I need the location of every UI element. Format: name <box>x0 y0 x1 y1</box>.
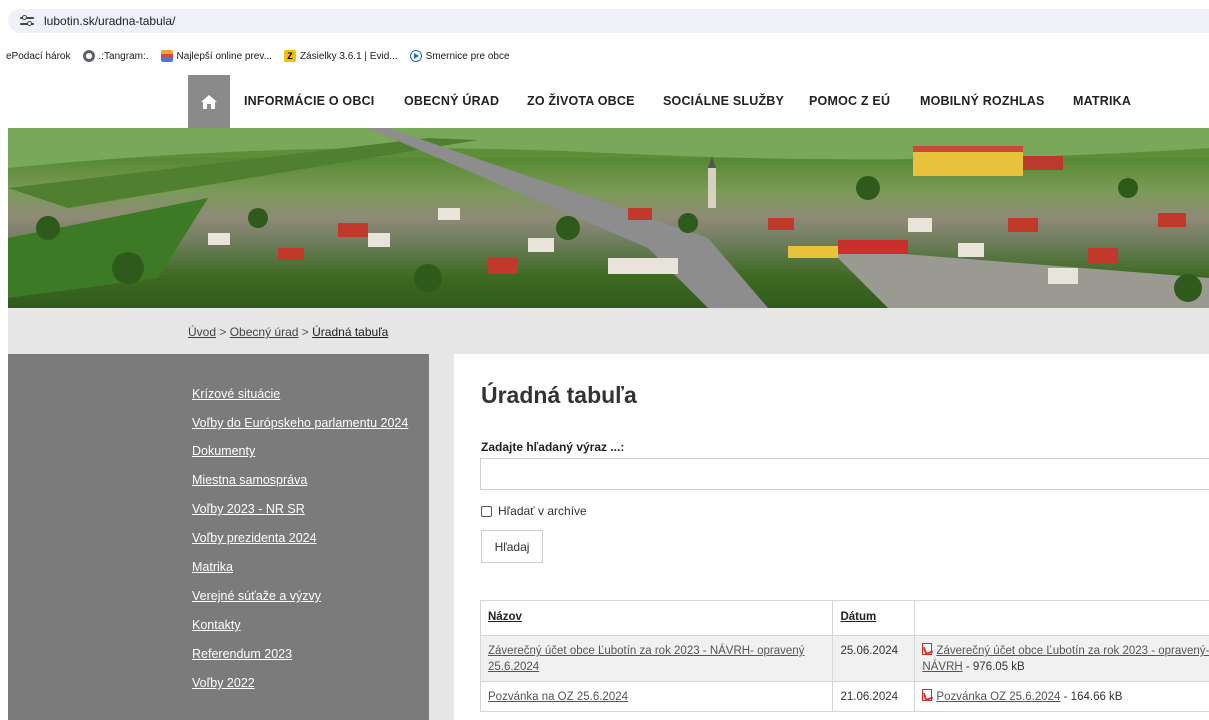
breadcrumb-uvod[interactable]: Úvod <box>188 325 216 339</box>
main-navigation: INFORMÁCIE O OBCI OBECNÝ ÚRAD ZO ŽIVOTA … <box>0 75 1209 128</box>
page-title: Úradná tabuľa <box>481 382 637 408</box>
file-size: - 164.66 kB <box>1063 691 1123 703</box>
bookmark-epodaci[interactable]: ePodací hárok <box>6 51 71 62</box>
content-gutter <box>429 354 454 720</box>
sidebar-item-kontakty[interactable]: Kontakty <box>192 617 422 634</box>
bookmark-tangram[interactable]: .:Tangram:. <box>82 50 149 62</box>
file-size: - 976.05 kB <box>965 661 1025 673</box>
bookmark-label: ePodací hárok <box>6 50 71 62</box>
bookmark-label: .:Tangram:. <box>98 50 149 62</box>
sidebar-item-samosprava[interactable]: Miestna samospráva <box>192 472 422 489</box>
sidebar-menu: Krízové situácie Voľby do Európskeho par… <box>192 386 422 704</box>
z-icon: Z <box>283 50 296 62</box>
breadcrumb-separator: > <box>219 325 227 339</box>
breadcrumb: Úvod > Obecný úrad > Úradná tabuľa <box>188 325 388 339</box>
nav-item-informacie[interactable]: INFORMÁCIE O OBCI <box>244 75 374 128</box>
pdf-icon <box>922 689 933 701</box>
documents-table: Názov Dátum Záverečný účet obce Ľubotín … <box>479 600 1209 712</box>
home-icon <box>201 94 217 109</box>
bookmark-najlepsi[interactable]: Najlepší online prev... <box>160 50 272 62</box>
sidebar-item-matrika[interactable]: Matrika <box>192 559 422 576</box>
archive-checkbox-label[interactable]: Hľadať v archíve <box>481 504 587 518</box>
sidebar-item-referendum[interactable]: Referendum 2023 <box>192 646 422 663</box>
document-name-cell: Pozvánka na OZ 25.6.2024 <box>479 681 834 712</box>
stack-icon <box>160 50 173 62</box>
column-header-file <box>914 600 1209 636</box>
document-name-link[interactable]: Záverečný účet obce Ľubotín za rok 2023 … <box>488 645 804 673</box>
breadcrumb-bar: Úvod > Obecný úrad > Úradná tabuľa <box>8 308 1209 354</box>
sidebar-item-volby-prezidenta[interactable]: Voľby prezidenta 2024 <box>192 530 422 547</box>
bookmark-label: Najlepší online prev... <box>176 50 272 62</box>
pdf-icon <box>922 643 933 655</box>
url-text: lubotin.sk/uradna-tabula/ <box>44 14 176 28</box>
document-date: 25.06.2024 <box>832 635 916 682</box>
search-button[interactable]: Hľadaj <box>481 530 543 563</box>
document-name-cell: Záverečný účet obce Ľubotín za rok 2023 … <box>479 635 834 682</box>
document-name-link[interactable]: Pozvánka na OZ 25.6.2024 <box>488 691 628 703</box>
column-header-datum[interactable]: Dátum <box>832 600 916 636</box>
search-input[interactable] <box>480 458 1209 490</box>
document-file-cell: Pozvánka OZ 25.6.2024 - 164.66 kB <box>914 681 1209 712</box>
circle-play-icon <box>409 50 422 62</box>
bookmarks-bar: ePodací hárok .:Tangram:. Najlepší onlin… <box>0 44 1209 68</box>
table-row: Pozvánka na OZ 25.6.2024 21.06.2024 Pozv… <box>479 681 1209 712</box>
home-button[interactable] <box>188 75 230 128</box>
globe-icon <box>82 50 95 62</box>
sidebar-item-krizove[interactable]: Krízové situácie <box>192 386 422 403</box>
sidebar-item-sutaze[interactable]: Verejné súťaže a výzvy <box>192 588 422 605</box>
sidebar: Krízové situácie Voľby do Európskeho par… <box>8 354 429 720</box>
bookmark-zasielky[interactable]: Z Zásielky 3.6.1 | Evid... <box>283 50 398 62</box>
banner-illustration <box>8 128 1209 308</box>
site-settings-icon[interactable] <box>20 15 34 27</box>
nav-item-socialne[interactable]: SOCIÁLNE SLUŽBY <box>663 75 784 128</box>
archive-checkbox[interactable] <box>481 505 492 517</box>
url-field[interactable]: lubotin.sk/uradna-tabula/ <box>8 9 1209 33</box>
sidebar-item-dokumenty[interactable]: Dokumenty <box>192 443 422 460</box>
village-banner-image <box>8 128 1209 308</box>
sidebar-item-volby-ep[interactable]: Voľby do Európskeho parlamentu 2024 <box>192 415 422 432</box>
document-file-cell: Záverečný účet obce Ľubotín za rok 2023 … <box>914 635 1209 682</box>
document-file-link[interactable]: Pozvánka OZ 25.6.2024 <box>936 691 1060 703</box>
browser-address-bar: lubotin.sk/uradna-tabula/ <box>0 0 1209 40</box>
bookmark-label: Smernice pre obce <box>425 50 510 62</box>
archive-label-text: Hľadať v archíve <box>498 504 587 518</box>
nav-item-matrika[interactable]: MATRIKA <box>1073 75 1131 128</box>
nav-item-rozhlas[interactable]: MOBILNÝ ROZHLAS <box>920 75 1045 128</box>
table-header-row: Názov Dátum <box>479 600 1209 636</box>
table-row: Záverečný účet obce Ľubotín za rok 2023 … <box>479 635 1209 682</box>
search-label: Zadajte hľadaný výraz ...: <box>481 440 625 454</box>
main-content: Úradná tabuľa Zadajte hľadaný výraz ...:… <box>454 354 1209 720</box>
nav-item-pomoc-eu[interactable]: POMOC Z EÚ <box>809 75 890 128</box>
sidebar-item-volby-nr[interactable]: Voľby 2023 - NR SR <box>192 501 422 518</box>
breadcrumb-obecny-urad[interactable]: Obecný úrad <box>230 325 299 339</box>
sidebar-item-volby-2022[interactable]: Voľby 2022 <box>192 675 422 692</box>
nav-item-zo-zivota[interactable]: ZO ŽIVOTA OBCE <box>527 75 635 128</box>
bookmark-smernice[interactable]: Smernice pre obce <box>409 50 510 62</box>
nav-item-obecny-urad[interactable]: OBECNÝ ÚRAD <box>404 75 499 128</box>
document-date: 21.06.2024 <box>832 681 916 712</box>
column-header-nazov[interactable]: Názov <box>479 600 834 636</box>
breadcrumb-separator: > <box>301 325 309 339</box>
breadcrumb-uradna-tabula[interactable]: Úradná tabuľa <box>312 325 388 339</box>
bookmark-label: Zásielky 3.6.1 | Evid... <box>299 50 398 62</box>
